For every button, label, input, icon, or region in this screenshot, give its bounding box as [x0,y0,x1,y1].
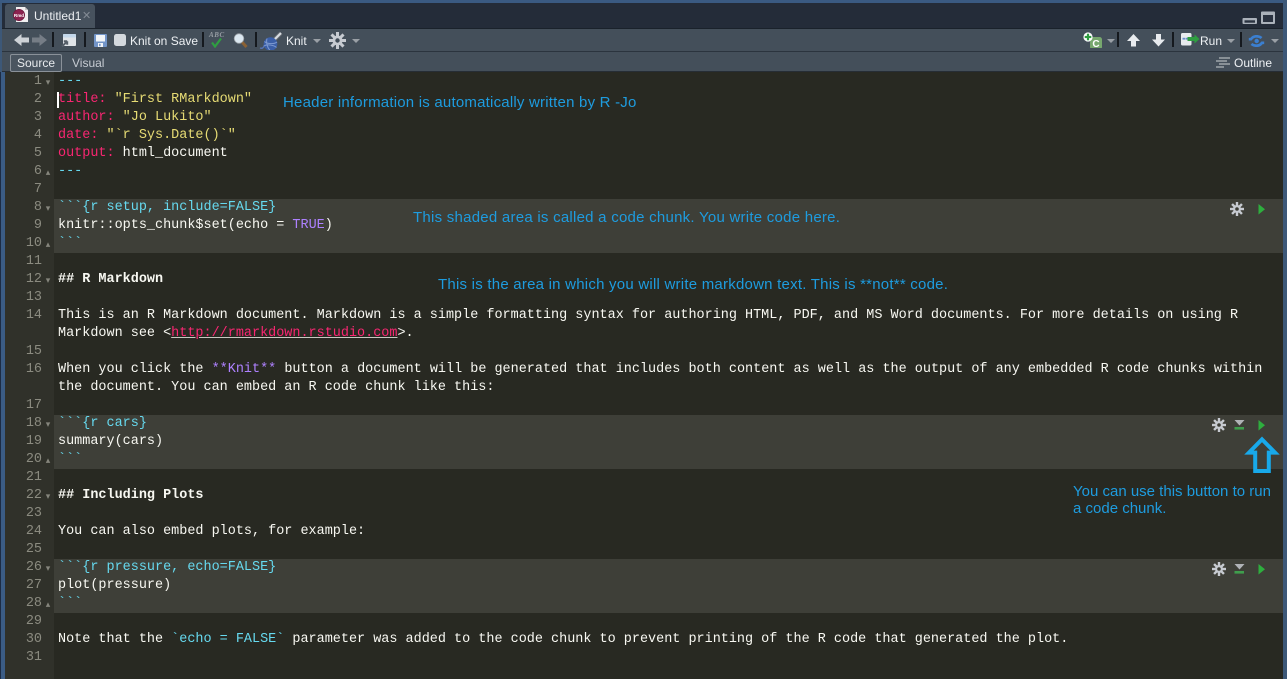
svg-text:Rmd: Rmd [14,13,24,18]
svg-text:C: C [1092,39,1099,48]
